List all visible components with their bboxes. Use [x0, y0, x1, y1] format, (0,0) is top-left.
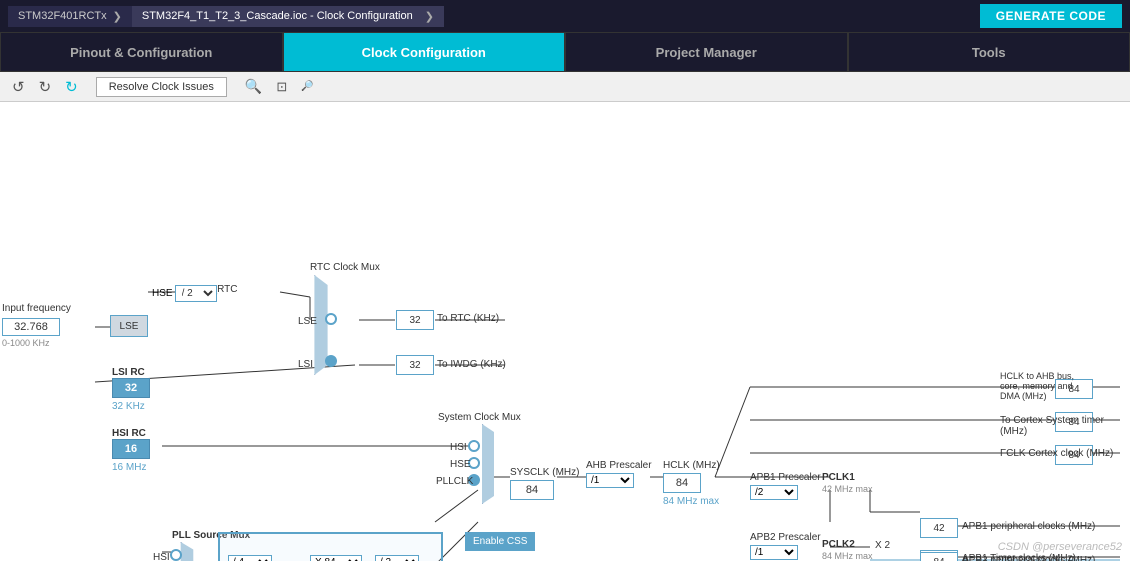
tab-tools[interactable]: Tools — [848, 32, 1130, 72]
hsi-rc-value-box: 16 — [112, 439, 150, 459]
pllclk-sys-mux-label: PLLCLK — [436, 476, 473, 487]
hsi-sys-mux-label: HSI — [450, 442, 467, 453]
ahb-prescaler-select[interactable]: /1/2 — [586, 473, 634, 488]
generate-code-button[interactable]: GENERATE CODE — [980, 4, 1122, 28]
apb2-prescaler-select[interactable]: /1/2 — [750, 545, 798, 560]
hclk-max-label: 84 MHz max — [663, 496, 719, 507]
hsi-pll-mux-label: HSI — [153, 552, 170, 561]
iwdg-value-box: 32 — [396, 355, 434, 375]
hsi-rc-label: HSI RC — [112, 428, 146, 439]
hse-sys-mux-label: HSE — [450, 459, 471, 470]
sysclk-value-box: 84 — [510, 480, 554, 500]
ahb-prescaler-section: AHB Prescaler /1/2 — [586, 460, 652, 488]
ahb-prescaler-label: AHB Prescaler — [586, 460, 652, 471]
zoom-in-button[interactable]: 🔍 — [241, 76, 266, 97]
title-bar: STM32F401RCTx ❯ STM32F4_T1_T2_3_Cascade.… — [0, 0, 1130, 32]
rtc-mux-lsi-radio[interactable] — [325, 355, 337, 367]
mul-n-select[interactable]: X 84X 96X 120 — [310, 555, 362, 561]
pclk1-label: PCLK1 — [822, 472, 855, 483]
watermark-text: CSDN @perseverance52 — [998, 541, 1122, 553]
pll-mux-hsi-radio[interactable] — [170, 549, 182, 561]
resolve-clock-issues-button[interactable]: Resolve Clock Issues — [96, 77, 227, 97]
undo-button[interactable]: ↺ — [8, 76, 29, 98]
mul-n-section: X 84X 96X 120 * N — [310, 555, 362, 561]
lsi-rc-value-box: 32 — [112, 378, 150, 398]
lsi-mux-label: LSI — [298, 359, 313, 370]
clock-diagram-canvas: Input frequency 0-1000 KHz LSE HSE_RTC H… — [0, 102, 1130, 561]
apb2-periph-value-box: 84 — [920, 552, 958, 561]
apb1-periph-label: APB1 peripheral clocks (MHz) — [962, 521, 1095, 532]
tab-clock[interactable]: Clock Configuration — [283, 32, 566, 72]
zoom-out-button[interactable]: 🔎 — [297, 79, 317, 94]
input-freq-1-section: Input frequency 0-1000 KHz — [2, 302, 71, 348]
lse-box: LSE — [110, 315, 148, 337]
lsi-rc-unit-label: 32 KHz — [112, 401, 145, 412]
fit-button[interactable]: ⊡ — [272, 77, 291, 97]
lsi-rc-label: LSI RC — [112, 367, 145, 378]
fclk-label: FCLK Cortex clock (MHz) — [1000, 448, 1113, 459]
nav-tabs: Pinout & Configuration Clock Configurati… — [0, 32, 1130, 72]
div-m-select[interactable]: / 4/ 2/ 8 — [228, 555, 272, 561]
apb1-prescaler-section: APB1 Prescaler /2/1 — [750, 472, 821, 500]
apb1-prescaler-select[interactable]: /2/1 — [750, 485, 798, 500]
apb1-periph-value-box: 42 — [920, 518, 958, 538]
hse-div2-select[interactable]: / 2/ 3/ 4 — [175, 285, 217, 302]
redo-button[interactable]: ↻ — [35, 76, 56, 98]
input-freq-1-input[interactable] — [2, 318, 60, 336]
system-clock-mux-label: System Clock Mux — [438, 412, 521, 423]
cortex-timer-label: To Cortex System timer (MHz) — [1000, 415, 1130, 437]
file-label: STM32F4_T1_T2_3_Cascade.ioc - Clock Conf… — [132, 6, 444, 27]
hse-div2-section: HSE / 2/ 3/ 4 — [152, 285, 217, 302]
apb1-prescaler-label: APB1 Prescaler — [750, 472, 821, 483]
apb2-prescaler-label: APB2 Prescaler — [750, 532, 821, 543]
div-p-select[interactable]: / 2/ 4/ 6 — [375, 555, 419, 561]
apb2-periph-label: APB2 peripheral clocks (MHz) — [962, 555, 1095, 561]
toolbar: ↺ ↻ ↻ Resolve Clock Issues 🔍 ⊡ 🔎 — [0, 72, 1130, 102]
div-m-section: / 4/ 2/ 8 / M — [228, 555, 272, 561]
tab-project[interactable]: Project Manager — [565, 32, 848, 72]
hsi-rc-unit-label: 16 MHz — [112, 462, 146, 473]
rtc-value-box: 32 — [396, 310, 434, 330]
to-iwdg-label: To IWDG (KHz) — [437, 359, 506, 370]
hclk-value-box: 84 — [663, 473, 701, 493]
to-rtc-label: To RTC (KHz) — [437, 313, 499, 324]
system-clock-mux-shape — [478, 424, 498, 504]
enable-css-button[interactable]: Enable CSS — [465, 532, 535, 551]
sysclk-section: SYSCLK (MHz) 84 — [510, 467, 579, 500]
hclk-ahb-label: HCLK to AHB bus, core, memory and DMA (M… — [1000, 371, 1090, 401]
chip-label: STM32F401RCTx ❯ — [8, 6, 132, 27]
sys-mux-hsi-radio[interactable] — [468, 440, 480, 452]
sysclk-label: SYSCLK (MHz) — [510, 467, 579, 478]
tab-pinout[interactable]: Pinout & Configuration — [0, 32, 283, 72]
rtc-mux-lse-radio[interactable] — [325, 313, 337, 325]
input-freq-1-label: Input frequency — [2, 302, 71, 316]
pclk1-max-label: 42 MHz max — [822, 484, 873, 494]
hclk-label: HCLK (MHz) — [663, 460, 720, 471]
apb2-prescaler-section: APB2 Prescaler /1/2 — [750, 532, 821, 560]
pclk2-max-label: 84 MHz max — [822, 551, 873, 561]
pclk2-label: PCLK2 — [822, 539, 855, 550]
x2-label: X 2 — [875, 540, 890, 551]
rtc-clock-mux-label: RTC Clock Mux — [310, 262, 380, 273]
refresh-button[interactable]: ↻ — [61, 76, 82, 98]
div-p-section: / 2/ 4/ 6 / P — [375, 555, 419, 561]
input-freq-1-range: 0-1000 KHz — [2, 338, 71, 348]
lse-mux-label: LSE — [298, 316, 317, 327]
hse-label-top: HSE — [152, 288, 173, 299]
